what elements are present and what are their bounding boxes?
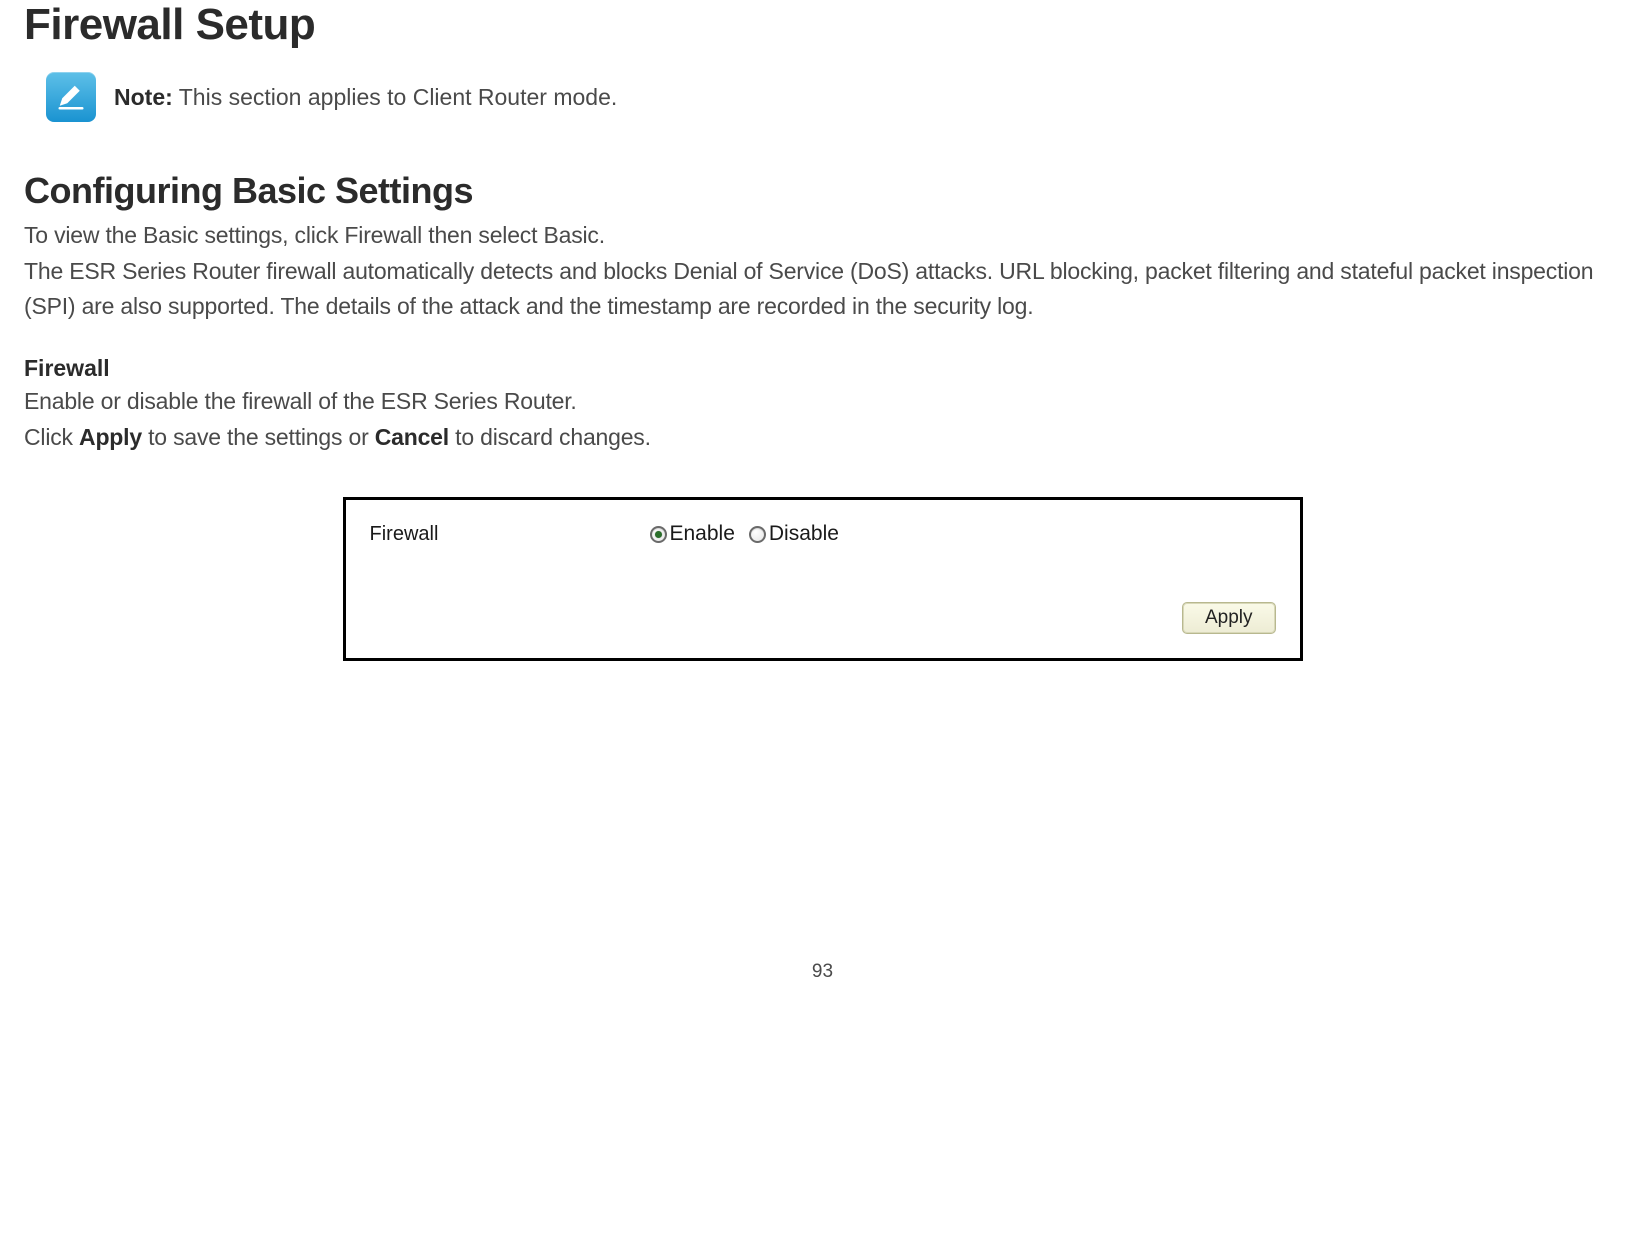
firewall-row: Firewall Enable Disable: [370, 522, 1276, 546]
pencil-icon: [46, 72, 96, 122]
firewall-label: Firewall: [370, 523, 650, 546]
firewall-panel: Firewall Enable Disable Apply: [343, 497, 1303, 661]
note-label: Note:: [114, 84, 173, 110]
radio-disable[interactable]: [749, 526, 766, 543]
section-desc: The ESR Series Router firewall automatic…: [24, 254, 1621, 325]
page-number: 93: [24, 961, 1621, 983]
action-suffix: to discard changes.: [449, 424, 651, 450]
sub-heading: Firewall: [24, 355, 1621, 382]
sub-desc: Enable or disable the firewall of the ES…: [24, 384, 1621, 420]
action-mid: to save the settings or: [142, 424, 375, 450]
radio-enable[interactable]: [650, 526, 667, 543]
note-row: Note: This section applies to Client Rou…: [46, 72, 1621, 122]
action-cancel-word: Cancel: [375, 424, 449, 450]
panel-actions: Apply: [370, 602, 1276, 634]
section-heading: Configuring Basic Settings: [24, 170, 1621, 212]
radio-enable-label: Enable: [670, 522, 735, 546]
firewall-radio-group: Enable Disable: [650, 522, 839, 546]
action-line: Click Apply to save the settings or Canc…: [24, 420, 1621, 456]
action-apply-word: Apply: [79, 424, 142, 450]
note-text: Note: This section applies to Client Rou…: [114, 84, 617, 111]
intro-line: To view the Basic settings, click Firewa…: [24, 218, 1621, 254]
panel-wrap: Firewall Enable Disable Apply: [24, 497, 1621, 661]
note-body: This section applies to Client Router mo…: [173, 84, 617, 110]
radio-disable-label: Disable: [769, 522, 839, 546]
action-prefix: Click: [24, 424, 79, 450]
radio-enable-item[interactable]: Enable: [650, 522, 735, 546]
page-title: Firewall Setup: [24, 0, 1621, 50]
radio-disable-item[interactable]: Disable: [749, 522, 839, 546]
apply-button[interactable]: Apply: [1182, 602, 1276, 634]
